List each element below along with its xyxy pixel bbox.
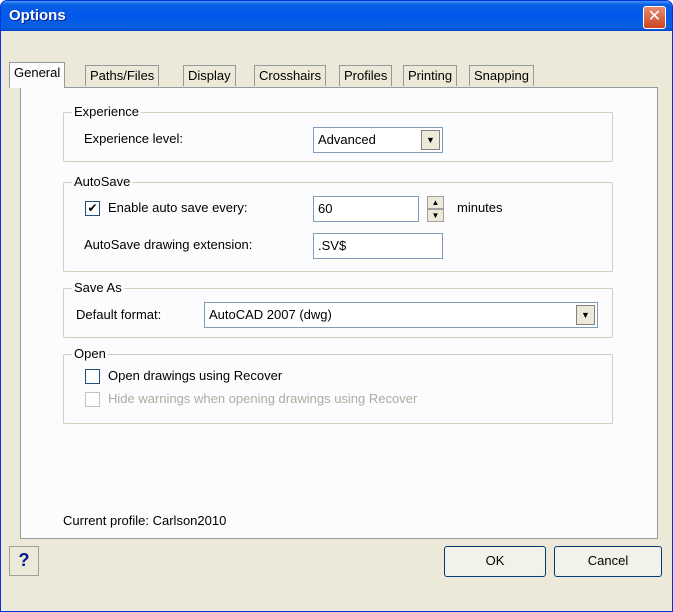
open-group: Open Open drawings using Recover Hide wa… xyxy=(63,346,613,424)
default-format-label: Default format: xyxy=(76,307,162,322)
close-button[interactable]: ✕ xyxy=(643,6,666,29)
general-panel: Experience Experience level: Advanced ▼ … xyxy=(20,87,658,539)
tab-profiles[interactable]: Profiles xyxy=(339,65,393,86)
current-profile-text: Current profile: Carlson2010 xyxy=(63,513,226,528)
check-mark-icon: ✔ xyxy=(87,201,98,215)
open-recover-label: Open drawings using Recover xyxy=(108,368,283,383)
tab-crosshairs[interactable]: Crosshairs xyxy=(254,65,327,86)
enable-autosave-label: Enable auto save every: xyxy=(108,200,248,215)
experience-level-value: Advanced xyxy=(318,132,376,147)
open-group-label: Open xyxy=(72,346,108,361)
tab-printing[interactable]: Printing xyxy=(403,65,458,86)
title-bar[interactable]: Options ✕ xyxy=(1,1,672,31)
chevron-down-icon[interactable]: ▼ xyxy=(576,305,595,325)
autosave-extension-input[interactable]: .SV$ xyxy=(313,233,443,259)
spin-down-icon[interactable]: ▼ xyxy=(427,209,444,222)
minutes-label: minutes xyxy=(457,200,503,215)
save-as-group: Save As Default format: AutoCAD 2007 (dw… xyxy=(63,280,613,338)
spin-up-icon[interactable]: ▲ xyxy=(427,196,444,209)
chevron-down-icon[interactable]: ▼ xyxy=(421,130,440,150)
options-dialog: Options ✕ General Paths/Files Display Cr… xyxy=(0,0,673,612)
autosave-group: AutoSave ✔ Enable auto save every: 60 ▲ … xyxy=(63,174,613,272)
current-profile-value: Carlson2010 xyxy=(152,513,227,528)
autosave-extension-value: .SV$ xyxy=(318,238,347,253)
autosave-interval-value: 60 xyxy=(318,201,333,216)
experience-group-label: Experience xyxy=(72,104,142,119)
experience-level-label: Experience level: xyxy=(84,131,183,146)
hide-warnings-checkbox xyxy=(85,392,100,407)
autosave-extension-label: AutoSave drawing extension: xyxy=(84,237,253,252)
help-button[interactable]: ? xyxy=(9,546,39,576)
autosave-interval-input[interactable]: 60 xyxy=(313,196,419,222)
autosave-group-label: AutoSave xyxy=(72,174,133,189)
current-profile-label: Current profile: xyxy=(63,513,149,528)
default-format-value: AutoCAD 2007 (dwg) xyxy=(209,307,332,322)
dialog-title: Options xyxy=(9,7,66,24)
hide-warnings-label: Hide warnings when opening drawings usin… xyxy=(108,391,418,406)
cancel-button[interactable]: Cancel xyxy=(554,546,662,577)
experience-group: Experience Experience level: Advanced ▼ xyxy=(63,104,613,162)
tab-general[interactable]: General xyxy=(9,62,66,88)
tab-paths-files[interactable]: Paths/Files xyxy=(85,65,160,86)
close-icon: ✕ xyxy=(647,8,662,25)
tab-display[interactable]: Display xyxy=(183,65,236,86)
save-as-group-label: Save As xyxy=(72,280,124,295)
default-format-dropdown[interactable]: AutoCAD 2007 (dwg) ▼ xyxy=(204,302,598,328)
help-icon: ? xyxy=(18,550,30,570)
experience-level-dropdown[interactable]: Advanced ▼ xyxy=(313,127,443,153)
tab-snapping[interactable]: Snapping xyxy=(469,65,534,86)
autosave-interval-spinner[interactable]: ▲ ▼ xyxy=(427,196,444,222)
open-recover-checkbox[interactable] xyxy=(85,369,100,384)
ok-button[interactable]: OK xyxy=(444,546,546,577)
enable-autosave-checkbox[interactable]: ✔ xyxy=(85,201,100,216)
